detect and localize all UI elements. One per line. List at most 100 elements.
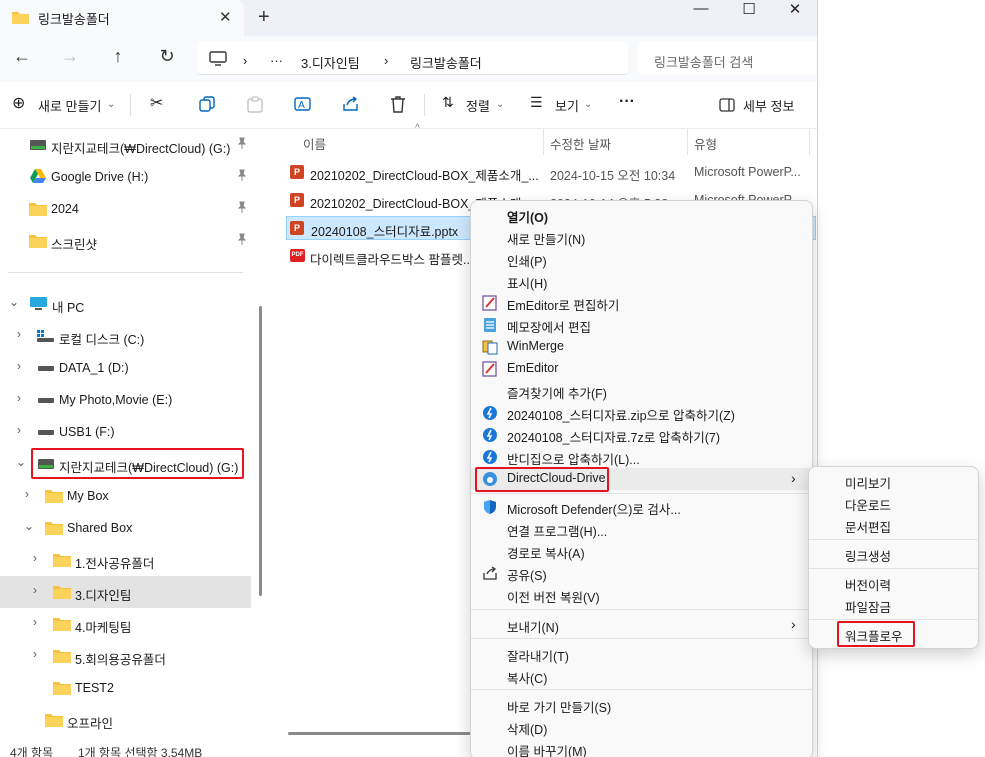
menu-item-defender[interactable]: Microsoft Defender(으)로 검사... bbox=[471, 496, 812, 518]
sidebar-item-label: 로컬 디스크 (C:) bbox=[59, 333, 145, 347]
back-button[interactable]: ← bbox=[10, 46, 34, 67]
menu-item-share[interactable]: 공유(S) bbox=[471, 562, 812, 584]
file-row[interactable]: P 20210202_DirectCloud-BOX_제품소개_... 2024… bbox=[286, 160, 816, 184]
menu-item-zip[interactable]: 20240108_스터디자료.zip으로 압축하기(Z) bbox=[471, 402, 812, 424]
menu-item-cut[interactable]: 잘라내기(T) bbox=[471, 643, 812, 665]
sidebar-scrollbar[interactable] bbox=[259, 306, 262, 596]
menu-item-7z[interactable]: 20240108_스터디자료.7z로 압축하기(7) bbox=[471, 424, 812, 446]
chevron-right-icon[interactable]: › bbox=[17, 423, 21, 437]
chevron-down-icon[interactable]: ⌄ bbox=[16, 455, 26, 469]
sidebar-item-e-drive[interactable]: › My Photo,Movie (E:) bbox=[0, 384, 251, 416]
details-button[interactable]: 세부 정보 bbox=[743, 96, 794, 115]
sidebar-item-d-drive[interactable]: › DATA_1 (D:) bbox=[0, 352, 251, 384]
breadcrumb-more[interactable]: ··· bbox=[270, 53, 283, 68]
column-header-type[interactable]: 유형 bbox=[694, 134, 717, 153]
search-input[interactable]: 링크발송폴더 검색 bbox=[638, 41, 816, 75]
breadcrumb-item[interactable]: 3.디자인팀 bbox=[301, 53, 360, 72]
sidebar-item-marketing-team[interactable]: › 4.마케팅팀 bbox=[0, 608, 251, 640]
folder-icon bbox=[53, 554, 71, 567]
menu-item-rename[interactable]: 이름 바꾸기(M) bbox=[471, 738, 812, 757]
delete-icon[interactable] bbox=[390, 95, 406, 113]
menu-item-favorites[interactable]: 즐겨찾기에 추가(F) bbox=[471, 380, 812, 402]
menu-item-copy-path[interactable]: 경로로 복사(A) bbox=[471, 540, 812, 562]
chevron-right-icon[interactable]: › bbox=[25, 487, 29, 501]
menu-item-open-with[interactable]: 연결 프로그램(H)... bbox=[471, 518, 812, 540]
up-button[interactable]: ↑ bbox=[106, 46, 130, 67]
chevron-right-icon[interactable]: › bbox=[33, 551, 37, 565]
menu-item-copy[interactable]: 복사(C) bbox=[471, 665, 812, 687]
sidebar-item-meeting-shared[interactable]: › 5.회의용공유폴더 bbox=[0, 640, 251, 672]
refresh-button[interactable]: ↻ bbox=[155, 46, 179, 67]
menu-item-new[interactable]: 새로 만들기(N) bbox=[471, 226, 812, 248]
menu-item-emeditor[interactable]: EmEditor bbox=[471, 358, 812, 380]
more-options-button[interactable]: ··· bbox=[619, 93, 635, 111]
column-divider[interactable] bbox=[687, 129, 688, 155]
sidebar-item-screenshots[interactable]: 스크린샷 bbox=[0, 225, 251, 257]
new-button[interactable]: 새로 만들기 bbox=[38, 96, 101, 115]
tab-close-icon[interactable]: ✕ bbox=[219, 8, 232, 26]
chevron-right-icon[interactable]: › bbox=[33, 647, 37, 661]
column-header-modified[interactable]: 수정한 날짜 bbox=[550, 134, 611, 153]
menu-item-create-shortcut[interactable]: 바로 가기 만들기(S) bbox=[471, 694, 812, 716]
menu-item-winmerge[interactable]: WinMerge bbox=[471, 336, 812, 358]
paste-icon[interactable] bbox=[247, 96, 263, 113]
column-divider[interactable] bbox=[543, 129, 544, 155]
rename-icon[interactable]: A bbox=[294, 96, 311, 112]
submenu-item-download[interactable]: 다운로드 bbox=[809, 492, 980, 514]
breadcrumb-item[interactable]: 링크발송폴더 bbox=[410, 53, 482, 72]
chevron-right-icon[interactable]: › bbox=[17, 327, 21, 341]
chevron-down-icon[interactable]: ⌄ bbox=[24, 519, 34, 533]
sidebar-item-label: 4.마케팅팀 bbox=[75, 621, 132, 635]
sidebar-item-design-team[interactable]: › 3.디자인팀 bbox=[0, 576, 251, 608]
chevron-right-icon[interactable]: › bbox=[33, 615, 37, 629]
minimize-button[interactable]: — bbox=[678, 0, 724, 20]
chevron-down-icon[interactable]: ⌄ bbox=[9, 295, 19, 309]
close-window-button[interactable]: ✕ bbox=[772, 0, 817, 20]
menu-item-open[interactable]: 열기(O) bbox=[471, 204, 812, 226]
submenu-item-preview[interactable]: 미리보기 bbox=[809, 470, 980, 492]
tab-active[interactable]: 링크발송폴더 ✕ bbox=[0, 0, 244, 36]
submenu-item-edit-document[interactable]: 문서편집 bbox=[809, 514, 980, 536]
column-header-name[interactable]: 이름 bbox=[303, 134, 326, 153]
usb-drive-icon bbox=[38, 430, 54, 435]
sidebar-item-label: 3.디자인팀 bbox=[75, 589, 132, 603]
menu-item-emeditor-edit[interactable]: EmEditor로 편집하기 bbox=[471, 292, 812, 314]
share-icon[interactable] bbox=[342, 96, 359, 112]
sidebar-item-shared-box[interactable]: ⌄ Shared Box bbox=[0, 512, 251, 544]
chevron-right-icon[interactable]: › bbox=[17, 391, 21, 405]
submenu-item-create-link[interactable]: 링크생성 bbox=[809, 543, 980, 565]
sidebar-item-c-drive[interactable]: › 로컬 디스크 (C:) bbox=[0, 320, 251, 352]
sort-button[interactable]: 정렬 bbox=[466, 96, 490, 115]
emeditor-icon bbox=[482, 295, 497, 311]
sidebar-item-label: My Box bbox=[67, 489, 109, 503]
menu-item-print[interactable]: 인쇄(P) bbox=[471, 248, 812, 270]
address-bar[interactable]: › ··· 3.디자인팀 › 링크발송폴더 bbox=[197, 41, 628, 75]
sidebar-item-test2[interactable]: TEST2 bbox=[0, 672, 251, 704]
menu-separator bbox=[471, 638, 812, 639]
submenu-item-file-lock[interactable]: 파일잠금 bbox=[809, 594, 980, 616]
sidebar-item-offline[interactable]: 오프라인 bbox=[0, 704, 251, 736]
menu-item-notepad[interactable]: 메모장에서 편집 bbox=[471, 314, 812, 336]
sidebar-item-g-drive-pinned[interactable]: 지란지교테크(₩DirectCloud) (G:) bbox=[0, 129, 251, 161]
maximize-button[interactable]: ☐ bbox=[726, 0, 772, 20]
sidebar-item-google-drive[interactable]: Google Drive (H:) bbox=[0, 161, 251, 193]
sidebar-item-this-pc[interactable]: ⌄ 내 PC bbox=[0, 288, 251, 320]
menu-item-delete[interactable]: 삭제(D) bbox=[471, 716, 812, 738]
view-button[interactable]: 보기 bbox=[555, 96, 579, 115]
chevron-right-icon[interactable]: › bbox=[33, 583, 37, 597]
sidebar-item-2024[interactable]: 2024 bbox=[0, 193, 251, 225]
new-tab-button[interactable]: + bbox=[258, 6, 270, 29]
menu-item-send-to[interactable]: 보내기(N) › bbox=[471, 614, 812, 636]
sidebar-item-company-shared[interactable]: › 1.전사공유폴더 bbox=[0, 544, 251, 576]
sidebar-item-f-drive[interactable]: › USB1 (F:) bbox=[0, 416, 251, 448]
menu-item-bandizip[interactable]: 반디집으로 압축하기(L)... bbox=[471, 446, 812, 468]
submenu-item-version-history[interactable]: 버전이력 bbox=[809, 572, 980, 594]
menu-item-show[interactable]: 표시(H) bbox=[471, 270, 812, 292]
chevron-right-icon[interactable]: › bbox=[17, 359, 21, 373]
sidebar-item-my-box[interactable]: › My Box bbox=[0, 480, 251, 512]
cut-icon[interactable]: ✂ bbox=[150, 93, 163, 113]
column-divider[interactable] bbox=[809, 129, 810, 155]
menu-item-restore-version[interactable]: 이전 버전 복원(V) bbox=[471, 584, 812, 606]
forward-button[interactable]: → bbox=[58, 46, 82, 67]
copy-icon[interactable] bbox=[199, 96, 215, 112]
